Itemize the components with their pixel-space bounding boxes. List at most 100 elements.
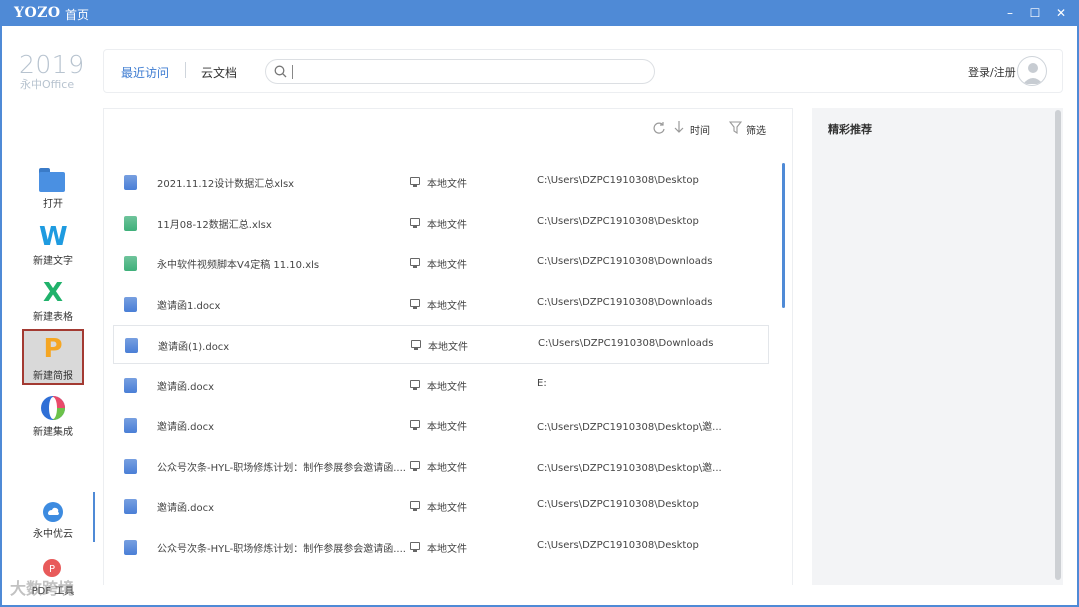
file-name: 2021.11.12设计数据汇总xlsx (157, 179, 295, 190)
file-name: 邀请函1.docx (157, 301, 221, 312)
sidebar-item-label: 新建简报 (33, 371, 73, 382)
sort-down-icon[interactable] (673, 120, 685, 135)
avatar[interactable] (1017, 56, 1047, 86)
file-location: 本地文件 (427, 503, 467, 514)
integration-icon (39, 394, 67, 422)
maximize-button[interactable]: ☐ (1025, 3, 1045, 23)
monitor-icon (410, 380, 420, 390)
login-register-link[interactable]: 登录/注册 (968, 64, 1016, 80)
file-location: 本地文件 (427, 422, 467, 433)
sidebar-item-label: 新建表格 (33, 312, 73, 323)
file-name: 邀请函.docx (157, 382, 215, 393)
monitor-icon (410, 461, 420, 471)
presentation-p-icon: P (43, 334, 63, 364)
search-input[interactable] (296, 62, 646, 82)
monitor-icon (410, 299, 420, 309)
document-file-icon (124, 459, 137, 474)
spreadsheet-x-icon: X (42, 278, 64, 308)
monitor-icon (410, 218, 420, 228)
home-title: 首页 (65, 8, 90, 22)
sort-by-time[interactable]: 时间 (690, 122, 710, 137)
recommend-title: 精彩推荐 (828, 123, 872, 136)
search-caret (292, 65, 293, 79)
document-file-icon (124, 499, 137, 514)
folder-icon (39, 166, 67, 194)
writer-w-icon: W (39, 222, 68, 252)
search-icon (274, 65, 287, 78)
monitor-icon (410, 542, 420, 552)
file-name: 邀请函.docx (157, 503, 215, 514)
file-row[interactable]: 公众号次条-HYL-职场修炼计划：制作参展参会邀请函.... 本地文件 C:\Use… (113, 528, 769, 567)
document-file-icon (125, 338, 138, 353)
watermark: 大数跨境 (10, 579, 75, 598)
logo-year: 2019 (19, 50, 85, 79)
tab-divider (185, 62, 186, 78)
file-name: 邀请函(1).docx (158, 342, 230, 353)
file-location: 本地文件 (427, 220, 467, 231)
svg-text:P: P (49, 564, 55, 575)
logo-subtitle: 永中Office (20, 78, 75, 91)
sidebar-item-new-writer[interactable]: W 新建文字 (22, 220, 84, 276)
spreadsheet-file-icon (124, 216, 137, 231)
monitor-icon (410, 420, 420, 430)
file-path: C:\Users\DZPC1910308\Downloads (538, 338, 714, 349)
title-bar: YOZO 首页 – ☐ ✕ (0, 0, 1079, 26)
file-row[interactable]: 邀请函1.docx 本地文件 C:\Users\DZPC1910308\Downlo… (113, 285, 769, 324)
monitor-icon (410, 258, 420, 268)
file-name: 永中软件视频脚本V4定稿 11.10.xls (157, 260, 320, 271)
file-name: 公众号次条-HYL-职场修炼计划：制作参展参会邀请函.... (157, 544, 406, 555)
file-list-scrollbar[interactable] (782, 163, 785, 308)
file-name: 11月08-12数据汇总.xlsx (157, 220, 272, 231)
refresh-icon[interactable] (652, 121, 666, 135)
sidebar-item-new-integration[interactable]: 新建集成 (22, 391, 84, 447)
file-path: C:\Users\DZPC1910308\Desktop (537, 216, 699, 227)
sidebar-item-new-spreadsheet[interactable]: X 新建表格 (22, 276, 84, 332)
file-location: 本地文件 (427, 544, 467, 555)
document-file-icon (124, 175, 137, 190)
file-row[interactable]: 公众号次条-HYL-职场修炼计划：制作参展参会邀请函.... 本地文件 C:\Use… (113, 447, 769, 486)
sidebar-item-label: 新建集成 (33, 427, 73, 438)
file-row[interactable]: 邀请函.docx 本地文件 E: (113, 366, 769, 405)
filter-icon[interactable] (729, 121, 742, 134)
monitor-icon (410, 501, 420, 511)
filter-button[interactable]: 筛选 (746, 122, 766, 137)
tab-recent[interactable]: 最近访问 (121, 64, 169, 81)
file-location: 本地文件 (428, 342, 468, 353)
recommend-panel (812, 108, 1063, 585)
file-location: 本地文件 (427, 260, 467, 271)
file-row[interactable]: 永中软件视频脚本V4定稿 11.10.xls 本地文件 C:\Users\DZPC1… (113, 244, 769, 283)
search-box[interactable] (265, 59, 655, 84)
file-name: 公众号次条-HYL-职场修炼计划：制作参展参会邀请函.... (157, 463, 406, 474)
file-location: 本地文件 (427, 463, 467, 474)
close-button[interactable]: ✕ (1051, 3, 1071, 23)
document-file-icon (124, 418, 137, 433)
file-location: 本地文件 (427, 301, 467, 312)
monitor-icon (410, 177, 420, 187)
file-path: C:\Users\DZPC1910308\Desktop (537, 540, 699, 551)
file-row[interactable]: 邀请函.docx 本地文件 C:\Users\DZPC1910308\Desktop… (113, 406, 769, 445)
sidebar-item-label: 永中优云 (33, 529, 73, 540)
sidebar-active-indicator (93, 492, 95, 542)
file-path: C:\Users\DZPC1910308\Desktop\邀... (537, 463, 722, 474)
file-row[interactable]: 2021.11.12设计数据汇总xlsx 本地文件 C:\Users\DZPC191… (113, 163, 769, 202)
file-path: C:\Users\DZPC1910308\Desktop (537, 499, 699, 510)
sidebar-item-label: 打开 (43, 199, 63, 210)
file-name: 邀请函.docx (157, 422, 215, 433)
sidebar-item-new-presentation[interactable]: P 新建简报 (22, 329, 84, 385)
minimize-button[interactable]: – (1000, 3, 1020, 23)
file-path: C:\Users\DZPC1910308\Desktop\邀... (537, 422, 722, 433)
file-path: E: (537, 378, 547, 389)
recommend-scrollbar[interactable] (1055, 110, 1061, 580)
file-row[interactable]: 11月08-12数据汇总.xlsx 本地文件 C:\Users\DZPC191030… (113, 204, 769, 243)
file-row[interactable]: 邀请函.docx 本地文件 C:\Users\DZPC1910308\Desktop (113, 487, 769, 526)
file-path: C:\Users\DZPC1910308\Downloads (537, 297, 713, 308)
document-file-icon (124, 297, 137, 312)
file-path: C:\Users\DZPC1910308\Desktop (537, 175, 699, 186)
sidebar-item-cloud[interactable]: 永中优云 (22, 497, 84, 553)
file-path: C:\Users\DZPC1910308\Downloads (537, 256, 713, 267)
document-file-icon (124, 540, 137, 555)
sidebar-item-open[interactable]: 打开 (22, 163, 84, 219)
tab-cloud-docs[interactable]: 云文档 (201, 64, 237, 81)
file-row[interactable]: 邀请函(1).docx 本地文件 C:\Users\DZPC1910308\Down… (113, 325, 769, 364)
document-file-icon (124, 378, 137, 393)
